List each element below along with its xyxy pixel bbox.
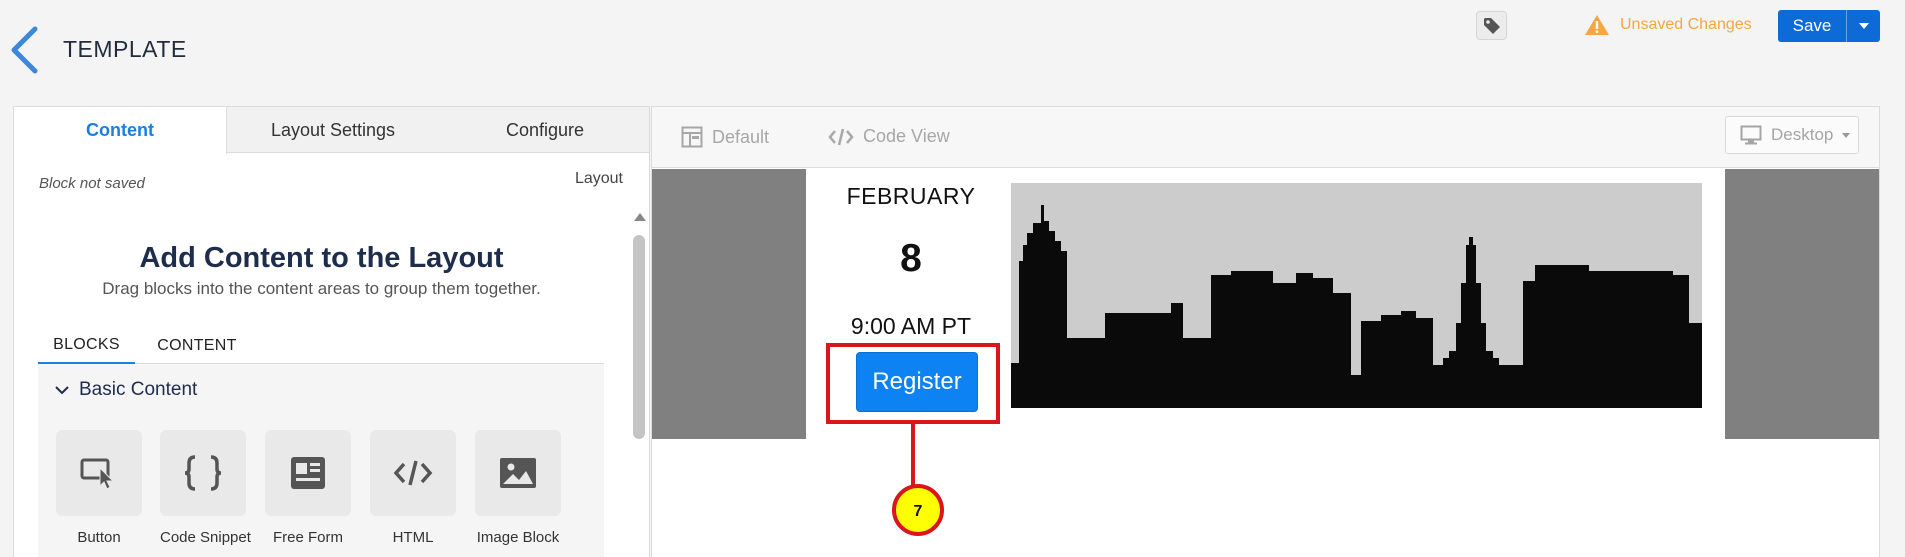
caret-down-icon <box>1858 23 1869 29</box>
left-panel: Content Layout Settings Configure Block … <box>13 106 650 557</box>
block-label: Free Form <box>272 529 343 546</box>
free-form-icon <box>291 457 325 489</box>
tab-blocks[interactable]: BLOCKS <box>38 328 135 364</box>
block-html[interactable]: HTML <box>370 430 456 546</box>
chevron-down-icon <box>1842 133 1850 138</box>
tab-content-library[interactable]: CONTENT <box>147 328 247 364</box>
device-select[interactable]: Desktop <box>1725 116 1859 154</box>
curly-braces-icon <box>184 455 222 491</box>
block-image[interactable]: Image Block <box>475 430 561 546</box>
code-icon <box>828 128 854 145</box>
preview-toolbar: Default Code View Desktop <box>652 107 1879 168</box>
block-label: Image Block <box>476 529 560 546</box>
block-label: HTML <box>392 529 434 546</box>
add-content-heading: Add Content to the Layout <box>139 242 504 274</box>
section-title: Basic Content <box>79 379 198 400</box>
block-status: Block not saved <box>39 175 145 192</box>
city-skyline-image[interactable] <box>1011 183 1702 408</box>
unsaved-changes-text: Unsaved Changes <box>1620 16 1752 33</box>
tab-content[interactable]: Content <box>14 107 227 154</box>
layout-icon <box>681 126 703 148</box>
save-options-button[interactable] <box>1846 10 1880 42</box>
button-cursor-icon <box>80 458 115 490</box>
tab-configure[interactable]: Configure <box>439 107 649 153</box>
email-content-row[interactable]: FEBRUARY 8 9:00 AM PT Register <box>806 169 1725 439</box>
tab-layout-settings[interactable]: Layout Settings <box>227 107 439 153</box>
basic-content-section-toggle[interactable]: Basic Content <box>55 379 197 401</box>
scrollbar-thumb[interactable] <box>633 235 645 439</box>
blocks-area: Basic Content Button Code Snippet Free F… <box>38 364 604 557</box>
save-button[interactable]: Save <box>1778 10 1846 42</box>
register-button[interactable]: Register <box>856 352 978 412</box>
event-month: FEBRUARY <box>846 183 976 209</box>
save-button-group: Save <box>1778 10 1880 42</box>
block-button[interactable]: Button <box>56 430 142 546</box>
unsaved-changes-indicator: Unsaved Changes <box>1584 14 1752 36</box>
tag-icon <box>1483 17 1500 34</box>
tag-button[interactable] <box>1476 11 1507 40</box>
device-select-value: Desktop <box>1771 125 1834 144</box>
chevron-down-icon <box>55 386 69 395</box>
block-label: Button <box>77 529 121 546</box>
image-icon <box>500 458 536 488</box>
code-icon <box>393 460 433 486</box>
layout-link[interactable]: Layout <box>575 170 623 188</box>
block-code-snippet[interactable]: Code Snippet <box>160 430 251 546</box>
preview-panel: Default Code View Desktop FEBRUARY 8 9:0… <box>651 106 1880 557</box>
blocks-content-tabs: BLOCKS CONTENT <box>38 328 604 364</box>
chevron-left-icon <box>11 26 38 74</box>
code-view-button[interactable]: Code View <box>828 126 950 147</box>
code-view-label: Code View <box>863 126 950 146</box>
default-view-label: Default <box>712 126 770 147</box>
block-label: Code Snippet <box>160 529 251 546</box>
back-button[interactable] <box>8 26 42 74</box>
panel-tabs: Content Layout Settings Configure <box>14 107 649 154</box>
block-free-form[interactable]: Free Form <box>265 430 351 546</box>
event-time: 9:00 AM PT <box>850 313 972 339</box>
scroll-up-arrow-icon[interactable] <box>634 213 646 221</box>
scrollbar[interactable] <box>632 213 646 557</box>
email-canvas: FEBRUARY 8 9:00 AM PT Register <box>652 169 1879 439</box>
desktop-icon <box>1740 125 1762 145</box>
event-day: 8 <box>900 237 922 280</box>
add-content-subheading: Drag blocks into the content areas to gr… <box>102 279 541 298</box>
default-view-button[interactable]: Default <box>681 126 769 148</box>
warning-icon <box>1585 15 1609 35</box>
page-title: TEMPLATE <box>63 36 187 62</box>
